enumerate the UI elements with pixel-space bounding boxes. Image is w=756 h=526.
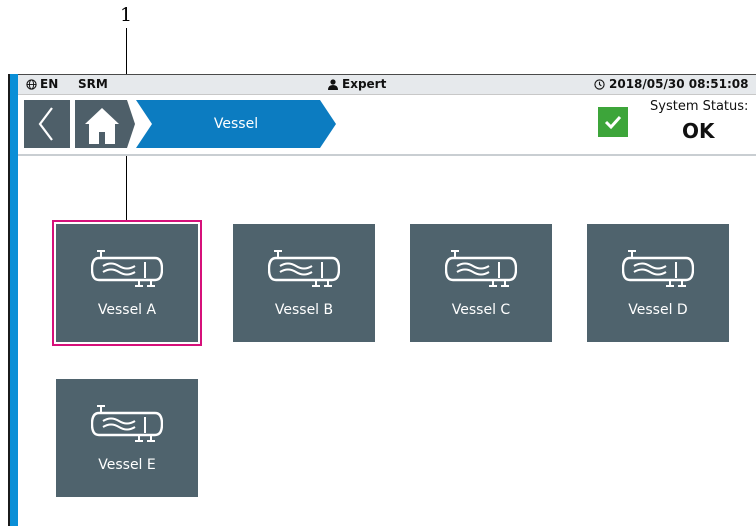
system-status-label: System Status: <box>650 99 749 114</box>
user-role-label: Expert <box>342 77 387 91</box>
status-bar: EN SRM Expert 2018/05/30 08:51:08 <box>18 74 756 95</box>
mode-label: SRM <box>78 77 108 91</box>
navigation-bar: Vessel System Status: OK <box>18 95 756 156</box>
back-button[interactable] <box>24 100 70 148</box>
vessel-icon <box>622 250 694 287</box>
system-status-indicator[interactable] <box>598 107 628 137</box>
datetime-label: 2018/05/30 08:51:08 <box>609 77 749 91</box>
vessel-tile-label: Vessel A <box>97 302 157 318</box>
language-label: EN <box>40 77 59 91</box>
vessel-icon <box>91 250 163 287</box>
language-selector[interactable]: EN <box>26 77 58 91</box>
vessel-icon <box>91 405 163 442</box>
vessel-icon <box>445 250 517 287</box>
chevron-left-icon <box>38 107 53 141</box>
clock-icon <box>594 78 605 90</box>
breadcrumb-vessel[interactable]: Vessel <box>136 100 336 148</box>
globe-icon <box>26 78 37 90</box>
datetime-display: 2018/05/30 08:51:08 <box>594 77 748 91</box>
system-status-value: OK <box>682 119 715 143</box>
vessel-tile-label: Vessel D <box>628 302 688 318</box>
home-button[interactable] <box>75 100 135 148</box>
vessel-icon <box>268 250 340 287</box>
vessel-tile-label: Vessel B <box>274 302 334 318</box>
left-accent-rail <box>10 74 18 526</box>
vessel-tile-label: Vessel C <box>451 302 511 318</box>
check-icon <box>604 115 622 130</box>
home-icon <box>75 100 135 148</box>
user-icon <box>328 78 338 90</box>
vessel-tile-e[interactable]: Vessel E <box>56 379 198 497</box>
callout-number: 1 <box>120 4 133 26</box>
vessel-tile-label: Vessel E <box>98 457 156 473</box>
vessel-tile-b[interactable]: Vessel B <box>233 224 375 342</box>
user-role[interactable]: Expert <box>328 77 386 91</box>
vessel-tile-a[interactable]: Vessel A <box>56 224 198 342</box>
breadcrumb-label: Vessel <box>213 116 259 132</box>
vessel-tile-d[interactable]: Vessel D <box>587 224 729 342</box>
vessel-tile-c[interactable]: Vessel C <box>410 224 552 342</box>
